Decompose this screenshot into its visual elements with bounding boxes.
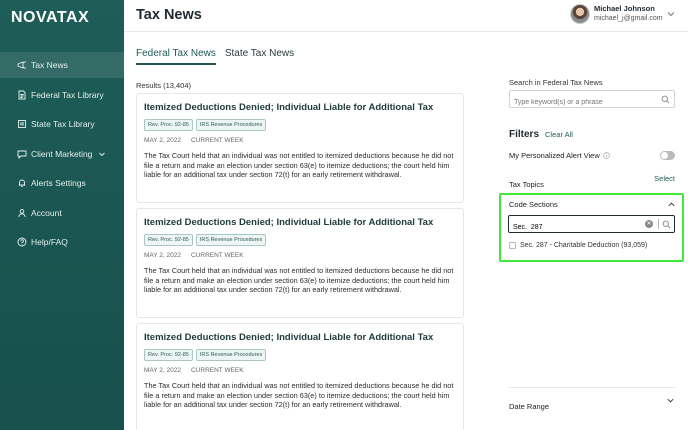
chevron-down-icon[interactable] (98, 150, 106, 158)
sidebar-item-label: Federal Tax Library (31, 89, 104, 100)
search-input[interactable] (510, 94, 650, 111)
sidebar-item-label: Alerts Settings (31, 178, 86, 188)
sidebar-item-alerts-settings[interactable]: Alerts Settings (0, 170, 124, 196)
divider (509, 387, 675, 388)
article-tag[interactable]: Rev. Proc. 92-85 (144, 234, 193, 246)
article-tag[interactable]: Rev. Proc. 92-85 (144, 349, 193, 361)
article-card: Itemized Deductions Denied; Individual L… (136, 93, 464, 203)
search-icon[interactable] (661, 95, 670, 104)
chevron-down-icon[interactable] (666, 9, 676, 19)
code-section-input[interactable] (509, 219, 629, 236)
bell-icon (16, 178, 27, 189)
book-icon (16, 119, 27, 130)
sidebar-item-state-tax-library[interactable]: State Tax Library (0, 111, 124, 137)
sidebar: NOVATAX Tax News Federal Tax Library Sta… (0, 0, 124, 430)
article-date: MAY 2, 2022 (144, 367, 181, 374)
divider (658, 219, 659, 229)
page-title: Tax News (136, 7, 202, 23)
code-section-option-label: Sec. 287 - Charitable Deduction (93,059) (520, 242, 648, 249)
sidebar-item-account[interactable]: Account (0, 200, 124, 226)
article-period: CURRENT WEEK (190, 252, 244, 259)
sidebar-item-label: Tax News (31, 60, 68, 70)
alert-view-label: My Personalized Alert View (509, 151, 600, 160)
tax-topics-select-link[interactable]: Select (654, 174, 675, 183)
code-section-search: ✕ (508, 215, 675, 236)
sidebar-item-label: Account (31, 207, 62, 218)
date-range-label: Date Range (509, 402, 550, 411)
chevron-up-icon[interactable] (667, 200, 676, 209)
sidebar-item-federal-tax-library[interactable]: Federal Tax Library (0, 82, 124, 108)
sidebar-item-help-faq[interactable]: Help/FAQ (0, 229, 124, 255)
article-title[interactable]: Itemized Deductions Denied; Individual L… (144, 102, 456, 113)
article-tag[interactable]: IRS Revenue Procedures (195, 349, 267, 361)
article-card: Itemized Deductions Denied; Individual L… (136, 208, 464, 318)
main-content: Federal Tax News State Tax News Results … (124, 32, 688, 430)
help-icon (16, 237, 27, 248)
info-icon[interactable] (603, 152, 610, 159)
code-section-option[interactable]: Sec. 287 - Charitable Deduction (93,059) (509, 242, 647, 249)
article-summary: The Tax Court held that an individual wa… (144, 381, 454, 409)
article-summary: The Tax Court held that an individual wa… (144, 266, 454, 294)
search-label: Search in Federal Tax News (509, 78, 603, 87)
results-count: Results (13,404) (136, 81, 192, 90)
top-header: Tax News Michael Johnson michael_j@gmail… (124, 0, 688, 32)
alert-view-row: My Personalized Alert View (509, 151, 675, 160)
sidebar-item-label: State Tax Library (31, 119, 95, 129)
checkbox[interactable] (509, 242, 516, 249)
news-tabs: Federal Tax News State Tax News (136, 48, 303, 65)
clear-all-link[interactable]: Clear All (545, 130, 573, 139)
search-icon[interactable] (662, 220, 671, 229)
alert-view-toggle[interactable] (660, 151, 675, 160)
article-summary: The Tax Court held that an individual wa… (144, 151, 454, 179)
sidebar-item-label: Help/FAQ (31, 237, 68, 247)
user-email: michael_j@gmail.com (594, 15, 663, 22)
article-date: MAY 2, 2022 (144, 137, 181, 144)
article-tag[interactable]: IRS Revenue Procedures (195, 234, 267, 246)
article-date: MAY 2, 2022 (144, 252, 181, 259)
sidebar-item-tax-news[interactable]: Tax News (0, 52, 124, 78)
article-title[interactable]: Itemized Deductions Denied; Individual L… (144, 217, 456, 228)
code-sections-filter: Code Sections ✕ Sec. 287 - Charitable De… (499, 193, 684, 262)
tab-federal-tax-news[interactable]: Federal Tax News (136, 48, 216, 65)
user-icon (16, 207, 27, 218)
tax-topics-label: Tax Topics (509, 180, 544, 189)
article-card: Itemized Deductions Denied; Individual L… (136, 323, 464, 430)
search-box (509, 90, 675, 111)
article-list: Itemized Deductions Denied; Individual L… (136, 93, 464, 430)
megaphone-icon (16, 60, 27, 71)
sidebar-item-client-marketing[interactable]: Client Marketing (0, 141, 124, 167)
user-name[interactable]: Michael Johnson (594, 4, 655, 13)
avatar[interactable] (570, 4, 590, 24)
filter-panel: Search in Federal Tax News Filters Clear… (499, 32, 688, 430)
tab-state-tax-news[interactable]: State Tax News (225, 48, 294, 65)
filters-title: Filters (509, 129, 540, 140)
chat-icon (16, 148, 27, 159)
code-sections-title: Code Sections (509, 200, 558, 209)
sidebar-item-label: Client Marketing (31, 148, 93, 159)
clear-icon[interactable]: ✕ (645, 220, 653, 228)
article-tag[interactable]: Rev. Proc. 92-85 (144, 119, 193, 131)
article-tag[interactable]: IRS Revenue Procedures (195, 119, 267, 131)
article-period: CURRENT WEEK (190, 137, 244, 144)
date-range-row[interactable]: Date Range (509, 396, 675, 414)
logo: NOVATAX (11, 9, 90, 26)
chevron-down-icon[interactable] (666, 396, 675, 405)
tax-topics-row: Tax Topics Select (509, 174, 675, 192)
document-icon (16, 89, 27, 100)
sidebar-nav: Tax News Federal Tax Library State Tax L… (0, 52, 124, 259)
article-title[interactable]: Itemized Deductions Denied; Individual L… (144, 332, 456, 343)
article-period: CURRENT WEEK (190, 367, 244, 374)
